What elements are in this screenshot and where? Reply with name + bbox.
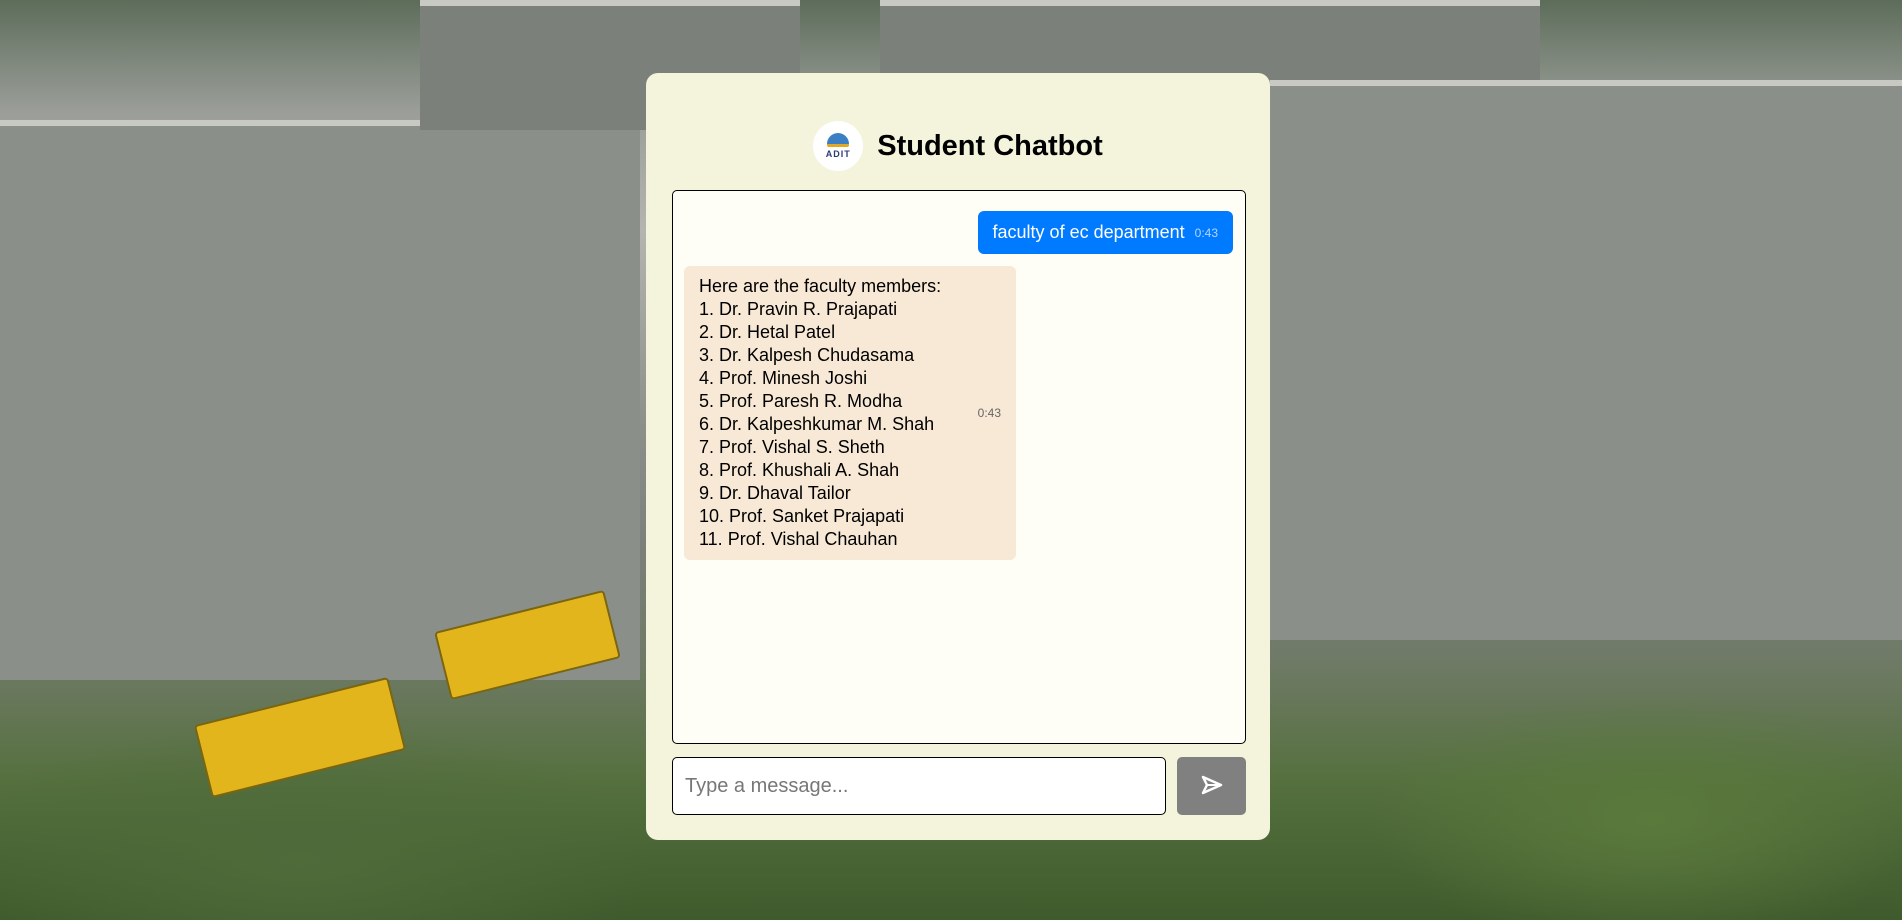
message-line: 2. Dr. Hetal Patel	[699, 322, 836, 342]
bus	[193, 676, 407, 799]
message-line: Here are the faculty members:	[699, 276, 942, 296]
message-line: 10. Prof. Sanket Prajapati	[699, 506, 905, 526]
message-line: 11. Prof. Vishal Chauhan	[699, 529, 898, 549]
message-line: 3. Dr. Kalpesh Chudasama	[699, 345, 915, 365]
message-line: 5. Prof. Paresh R. Modha	[699, 391, 903, 411]
page-title: Student Chatbot	[877, 129, 1103, 162]
chat-messages[interactable]: faculty of ec department 0:43 Here are t…	[672, 190, 1246, 744]
message-line: 7. Prof. Vishal S. Sheth	[699, 437, 885, 457]
send-icon	[1200, 774, 1224, 799]
message-time: 0:43	[1194, 225, 1218, 240]
building	[0, 120, 640, 680]
logo-text: ADIT	[825, 149, 851, 159]
message-time: 0:43	[977, 405, 1001, 420]
building	[1270, 80, 1902, 640]
message-line: 4. Prof. Minesh Joshi	[699, 368, 868, 388]
message-line: 6. Dr. Kalpeshkumar M. Shah	[699, 414, 935, 434]
send-button[interactable]	[1177, 757, 1246, 815]
logo-emblem-icon	[827, 133, 850, 147]
message-text: faculty of ec department	[992, 222, 1185, 242]
adit-logo: ADIT	[813, 121, 864, 171]
building	[880, 0, 1540, 80]
bot-message: Here are the faculty members: 1. Dr. Pra…	[684, 266, 1016, 560]
chat-header: ADIT Student Chatbot	[646, 121, 1270, 171]
chatbot-card: ADIT Student Chatbot faculty of ec depar…	[646, 73, 1270, 840]
message-line: 9. Dr. Dhaval Tailor	[699, 483, 851, 503]
user-message: faculty of ec department 0:43	[977, 211, 1233, 254]
message-line: 8. Prof. Khushali A. Shah	[699, 460, 900, 480]
message-input[interactable]	[672, 757, 1166, 815]
message-line: 1. Dr. Pravin R. Prajapati	[699, 299, 898, 319]
